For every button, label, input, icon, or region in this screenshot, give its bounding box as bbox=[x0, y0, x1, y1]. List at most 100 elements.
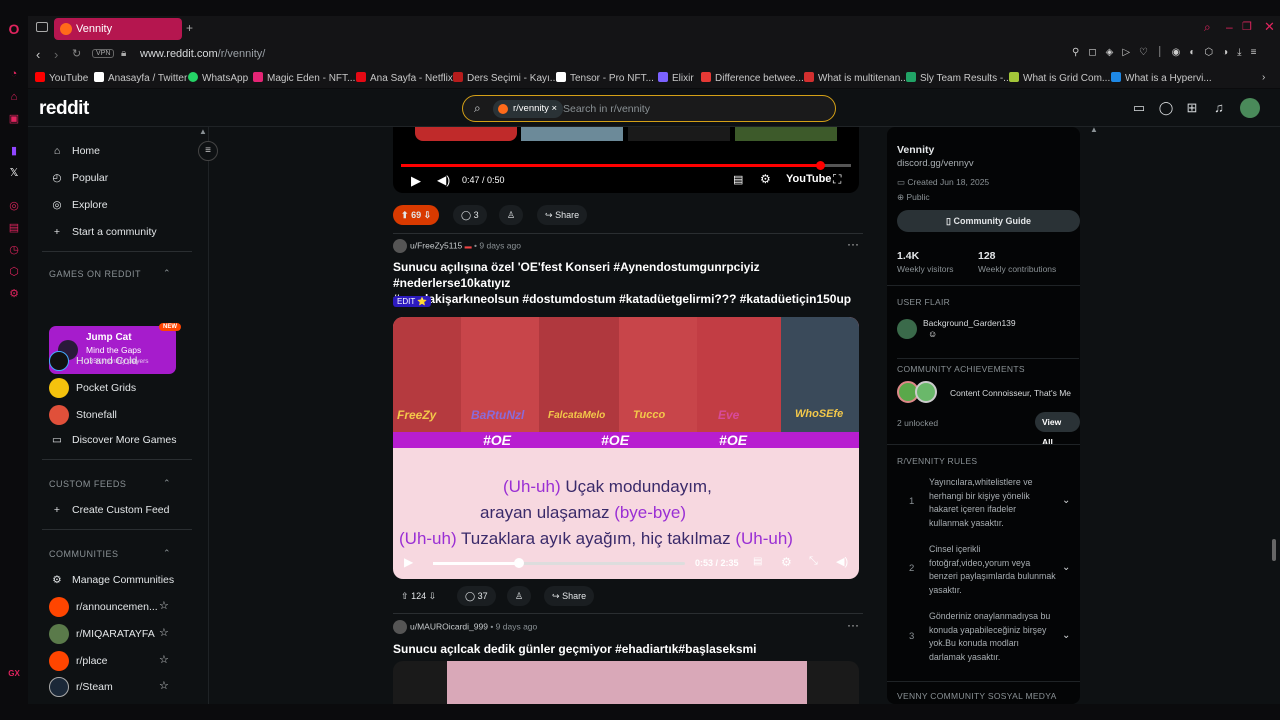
community-place[interactable]: r/place bbox=[49, 651, 108, 671]
favorite-star-icon[interactable]: ☆ bbox=[159, 599, 169, 612]
bookmark-elixir[interactable]: Elixir bbox=[658, 72, 694, 84]
minimize-icon[interactable]: – bbox=[1226, 20, 1233, 34]
comments-button[interactable]: ◯ 3 bbox=[453, 205, 487, 225]
community-announcements[interactable]: r/announcemen... bbox=[49, 597, 158, 617]
community-miqaratayfa[interactable]: r/MIQARATAYFA bbox=[49, 624, 155, 644]
advertise-icon[interactable]: ▭ bbox=[1131, 100, 1147, 116]
clock-icon[interactable]: ◷ bbox=[7, 243, 21, 257]
page-scrollbar[interactable] bbox=[1272, 539, 1276, 561]
chip-close-icon[interactable]: × bbox=[552, 103, 558, 114]
nav-home[interactable]: ⌂ Home bbox=[49, 142, 100, 160]
nav-popular[interactable]: ◴ Popular bbox=[49, 169, 108, 187]
search-tabs-icon[interactable]: ⌕ bbox=[1204, 20, 1211, 35]
captions-icon[interactable]: ▤ bbox=[733, 173, 743, 186]
favorite-star-icon[interactable]: ☆ bbox=[159, 653, 169, 666]
youtube-logo[interactable]: YouTube bbox=[786, 173, 831, 185]
nav-create-custom-feed[interactable]: + Create Custom Feed bbox=[49, 501, 170, 519]
scroll-up-icon[interactable]: ▲ bbox=[1090, 125, 1098, 134]
nav-manage-communities[interactable]: ⚙ Manage Communities bbox=[49, 571, 174, 589]
tab-vennity[interactable]: Vennity bbox=[54, 18, 182, 40]
favorite-star-icon[interactable]: ☆ bbox=[159, 679, 169, 692]
award-button[interactable]: ♙ bbox=[507, 586, 532, 606]
nav-hot-and-cold[interactable]: Hot and Cold bbox=[49, 351, 137, 371]
volume-icon[interactable]: ◀) bbox=[836, 555, 848, 568]
rule-1[interactable]: Yayıncılara,whitelistlere ve herhangi bi… bbox=[929, 476, 1057, 530]
subreddit-chip[interactable]: r/vennity × bbox=[493, 100, 564, 118]
speed-dial-icon[interactable]: ◔ bbox=[7, 67, 21, 81]
community-guide-button[interactable]: ▯ Community Guide bbox=[897, 210, 1080, 232]
post-media[interactable] bbox=[393, 661, 859, 704]
games-header[interactable]: GAMES ON REDDIT ⌃ bbox=[49, 268, 171, 279]
bookmark-netflix[interactable]: Ana Sayfa - Netflix bbox=[356, 72, 453, 84]
rule-3[interactable]: Gönderiniz onaylanmadıysa bu konuda yapa… bbox=[929, 610, 1057, 664]
chevron-down-icon[interactable]: ⌄ bbox=[1062, 495, 1070, 506]
play-icon[interactable]: ▶ bbox=[404, 555, 413, 569]
captions-icon[interactable]: ▤ bbox=[753, 556, 762, 567]
bookmark-grid[interactable]: What is Grid Com... bbox=[1009, 72, 1110, 84]
more-options-icon[interactable]: ··· bbox=[847, 618, 859, 632]
settings-gear-icon[interactable]: ⚙ bbox=[760, 172, 771, 186]
community-steam[interactable]: r/Steam bbox=[49, 677, 113, 697]
comments-button[interactable]: ◯ 37 bbox=[457, 586, 496, 606]
achievement-badge-icon[interactable] bbox=[915, 381, 937, 403]
create-post-icon[interactable]: ⊞ bbox=[1184, 100, 1200, 116]
bookmarks-more-icon[interactable]: › bbox=[1262, 72, 1265, 83]
search-bar[interactable]: ⌕ r/vennity × Search in r/vennity bbox=[462, 95, 836, 122]
nav-explore[interactable]: ◎ Explore bbox=[49, 196, 107, 214]
user-avatar[interactable] bbox=[393, 239, 407, 253]
reddit-video-player[interactable]: FreeZy BaRtuNzl FalcataMelo Tucco Eve Wh… bbox=[393, 317, 859, 579]
user-avatar[interactable] bbox=[393, 620, 407, 634]
new-tab-icon[interactable]: + bbox=[186, 21, 193, 35]
settings-icon[interactable]: ⚙ bbox=[7, 287, 21, 301]
more-options-icon[interactable]: ··· bbox=[847, 237, 859, 251]
bookmark-multitenant[interactable]: What is multitenan... bbox=[804, 72, 909, 84]
progress-handle[interactable] bbox=[816, 161, 825, 170]
flair-name[interactable]: Background_Garden139 bbox=[923, 318, 1016, 328]
history-icon[interactable]: ▤ bbox=[7, 221, 21, 235]
chevron-down-icon[interactable]: ⌄ bbox=[1062, 562, 1070, 573]
player-icon[interactable]: ◎ bbox=[7, 199, 21, 213]
view-all-button[interactable]: View All bbox=[1035, 412, 1080, 447]
collapse-nav-icon[interactable]: ≡ bbox=[198, 141, 218, 161]
bookmark-hypervisor[interactable]: What is a Hypervi... bbox=[1111, 72, 1212, 84]
chat-icon[interactable]: ◯ bbox=[1158, 100, 1174, 116]
award-button[interactable]: ♙ bbox=[499, 205, 524, 225]
seek-bar[interactable] bbox=[433, 562, 685, 565]
bookmark-magic-eden[interactable]: Magic Eden - NFT... bbox=[253, 72, 355, 84]
vote-pill[interactable]: ⇧ 124 ⇩ bbox=[393, 586, 444, 606]
forward-icon[interactable]: › bbox=[54, 47, 58, 62]
seek-handle[interactable] bbox=[514, 558, 524, 568]
settings-gear-icon[interactable]: ⚙ bbox=[781, 555, 792, 569]
vpn-badge[interactable]: VPN bbox=[92, 49, 115, 58]
share-button[interactable]: ↪ Share bbox=[544, 586, 595, 606]
vote-pill[interactable]: ⬆ 69 ⇩ bbox=[393, 205, 440, 225]
nav-discover-games[interactable]: ▭ Discover More Games bbox=[49, 431, 176, 449]
reload-icon[interactable]: ↻ bbox=[72, 47, 81, 60]
fullscreen-icon[interactable]: ⛶ bbox=[833, 172, 841, 187]
workspaces-icon[interactable] bbox=[36, 22, 48, 32]
nav-pocket-grids[interactable]: Pocket Grids bbox=[49, 378, 136, 398]
flow-icon[interactable]: ⌂ bbox=[7, 90, 21, 104]
nav-start-community[interactable]: + Start a community bbox=[49, 223, 157, 241]
post-flair[interactable]: EDIT ⭐ bbox=[393, 296, 432, 307]
bookmark-youtube[interactable]: YouTube bbox=[35, 72, 88, 84]
reddit-logo[interactable]: reddit bbox=[39, 98, 89, 120]
downvote-icon[interactable]: ⇩ bbox=[429, 591, 437, 601]
instagram-icon[interactable]: ▣ bbox=[7, 112, 21, 126]
opera-logo-icon[interactable]: O bbox=[7, 22, 21, 36]
upvote-icon[interactable]: ⇧ bbox=[401, 591, 409, 601]
upvote-icon[interactable]: ⬆ bbox=[401, 210, 409, 220]
toolbar-icons[interactable]: ⚲◻◈▷♡⏐◉◐⬡◑⤓≡ bbox=[1072, 47, 1265, 58]
favorite-star-icon[interactable]: ☆ bbox=[159, 626, 169, 639]
flair-avatar[interactable] bbox=[897, 319, 917, 339]
post-title[interactable]: Sunucu açılcak dedik günler geçmiyor #eh… bbox=[393, 641, 757, 657]
communities-header[interactable]: COMMUNITIES ⌃ bbox=[49, 548, 171, 559]
twitch-icon[interactable]: ▮ bbox=[7, 144, 21, 158]
scroll-up-icon[interactable]: ▲ bbox=[199, 127, 207, 136]
play-icon[interactable]: ▶ bbox=[411, 173, 421, 189]
bookmark-sly-team[interactable]: Sly Team Results -... bbox=[906, 72, 1012, 84]
close-icon[interactable]: ✕ bbox=[1264, 19, 1275, 35]
x-icon[interactable]: 𝕏 bbox=[7, 166, 21, 180]
extensions-icon[interactable]: ⬡ bbox=[7, 265, 21, 279]
back-icon[interactable]: ‹ bbox=[36, 47, 40, 62]
